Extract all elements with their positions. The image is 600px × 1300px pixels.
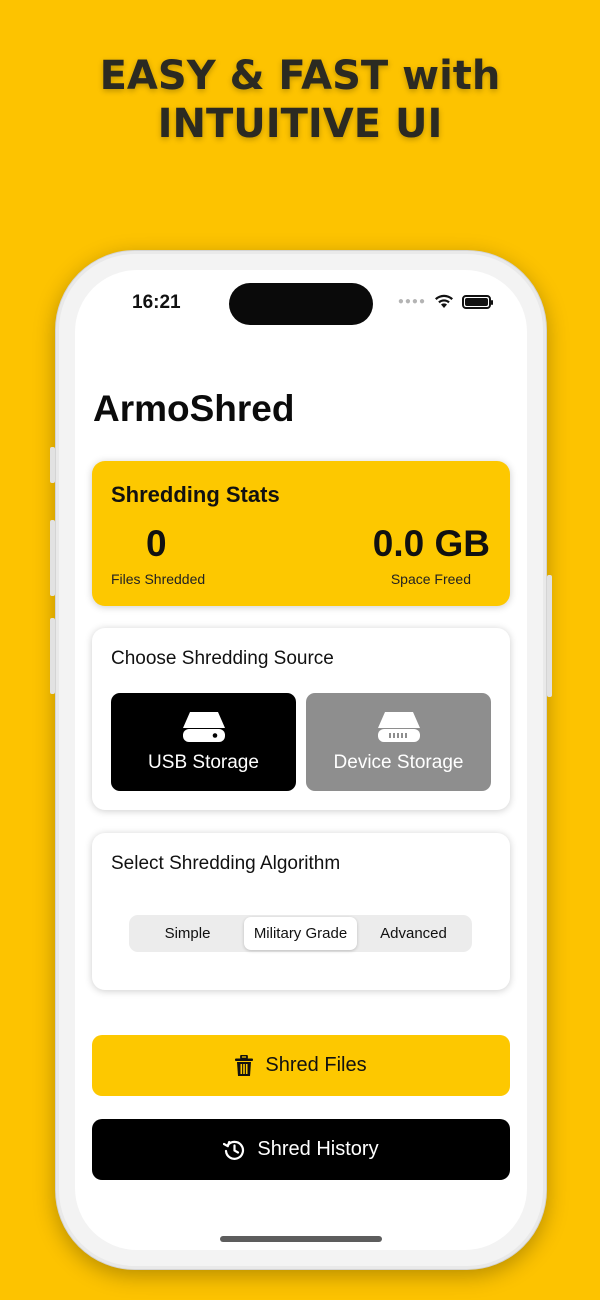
files-shredded-label: Files Shredded [111, 571, 206, 587]
status-icons: ●●●● [397, 294, 493, 309]
shred-files-button[interactable]: Shred Files [92, 1035, 510, 1096]
algorithm-segmented-control: Simple Military Grade Advanced [129, 915, 472, 952]
shredding-algorithm-card: Select Shredding Algorithm Simple Milita… [92, 833, 510, 990]
home-indicator [220, 1236, 382, 1242]
shred-files-label: Shred Files [265, 1054, 367, 1076]
segment-military-grade[interactable]: Military Grade [244, 917, 357, 950]
app-title: ArmoShred [93, 388, 295, 429]
algorithm-title: Select Shredding Algorithm [111, 853, 341, 874]
device-drive-icon [377, 712, 420, 742]
battery-icon [462, 294, 493, 309]
shred-history-button[interactable]: Shred History [92, 1119, 510, 1180]
history-icon [223, 1140, 245, 1160]
status-time: 16:21 [132, 292, 181, 313]
side-button-volume-down [50, 618, 55, 694]
shredding-stats-card: Shredding Stats 0 Files Shredded 0.0 GB … [92, 461, 510, 606]
side-button-power [547, 575, 552, 697]
device-storage-button[interactable]: Device Storage [306, 693, 491, 791]
space-freed-value: 0.0 GB [372, 523, 490, 564]
stats-title: Shredding Stats [111, 482, 280, 507]
space-freed-label: Space Freed [390, 571, 471, 587]
side-button-mute [50, 447, 55, 483]
phone-screen: 16:21 ●●●● ArmoShred Shredding Stats 0 F… [75, 270, 527, 1250]
side-button-volume-up [50, 520, 55, 596]
dynamic-island [229, 283, 373, 325]
shred-history-label: Shred History [257, 1138, 379, 1160]
usb-storage-label: USB Storage [148, 752, 259, 773]
headline-line-1: EASY & FAST with [99, 53, 501, 99]
shredding-source-card: Choose Shredding Source USB Storage Devi… [92, 628, 510, 810]
source-title: Choose Shredding Source [111, 648, 334, 669]
segment-simple[interactable]: Simple [131, 917, 244, 950]
usb-storage-button[interactable]: USB Storage [111, 693, 296, 791]
signal-dots-icon: ●●●● [397, 296, 426, 307]
trash-icon [235, 1054, 254, 1076]
wifi-icon [435, 294, 453, 308]
device-storage-label: Device Storage [333, 752, 464, 773]
segment-advanced[interactable]: Advanced [357, 917, 470, 950]
usb-drive-icon [182, 712, 225, 742]
headline-line-2: INTUITIVE UI [157, 101, 443, 147]
files-shredded-value: 0 [146, 523, 167, 564]
marketing-headline: EASY & FAST with INTUITIVE UI [0, 52, 600, 148]
